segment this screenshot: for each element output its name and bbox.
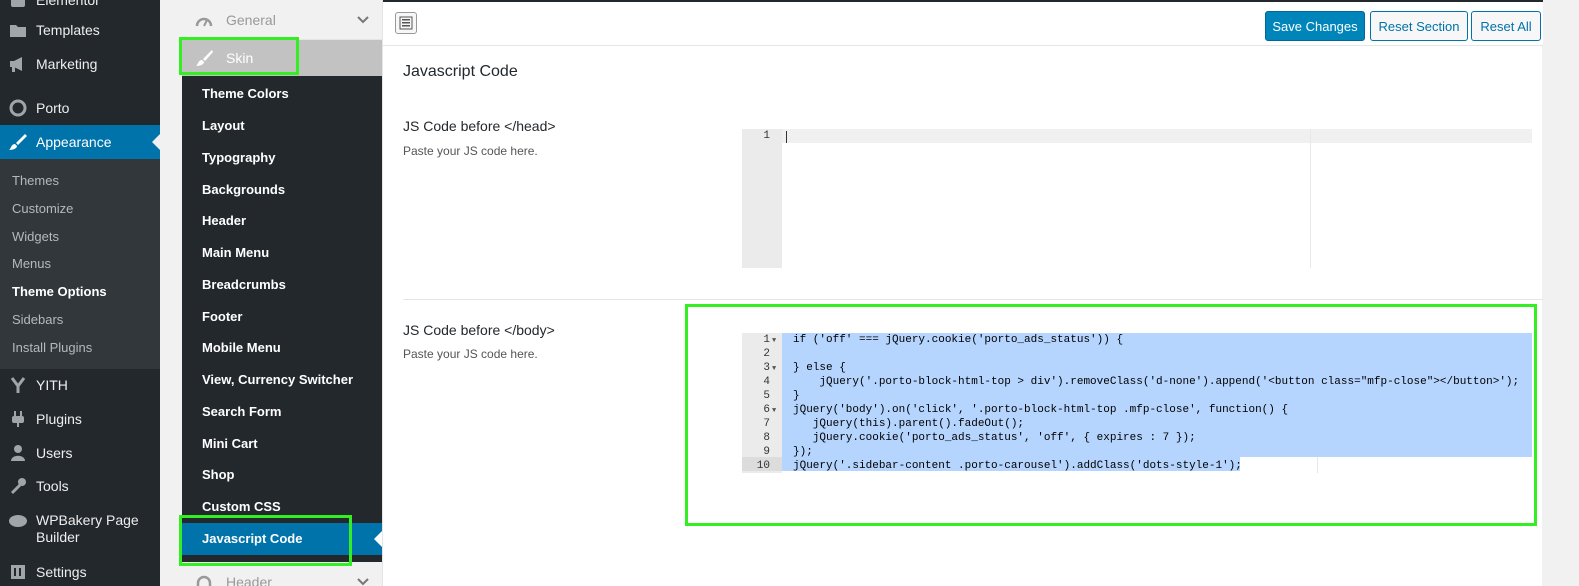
submenu-themes[interactable]: Themes [12,173,59,188]
field-label-head-js: JS Code before </head> [403,118,556,134]
nav-item-search-form[interactable]: Search Form [202,404,281,419]
submenu-theme-options[interactable]: Theme Options [12,284,107,299]
nav-item-layout[interactable]: Layout [202,118,245,133]
menu-label: WPBakery Page Builder [36,512,139,545]
reset-section-button[interactable]: Reset Section [1370,11,1468,41]
chevron-down-icon [356,574,370,586]
nav-item-theme-colors[interactable]: Theme Colors [202,86,289,101]
editor-gutter [742,129,782,268]
menu-label: Plugins [36,411,82,427]
menu-label: Elementor [36,0,100,8]
highlight-box-skin [179,37,299,75]
nav-item-breadcrumbs[interactable]: Breadcrumbs [202,277,286,292]
nav-item-typography[interactable]: Typography [202,150,275,165]
menu-marketing[interactable]: Marketing [0,47,160,81]
menu-appearance[interactable]: Appearance [0,125,160,159]
chevron-down-icon [356,12,370,28]
submenu-customize[interactable]: Customize [12,201,73,216]
submenu-sidebars[interactable]: Sidebars [12,312,63,327]
submenu-install-plugins[interactable]: Install Plugins [12,340,92,355]
nav-group-general[interactable]: General [182,0,382,40]
menu-label: Templates [36,22,100,38]
megaphone-icon [0,55,36,73]
nav-item-mobile-menu[interactable]: Mobile Menu [202,340,281,355]
menu-label: Marketing [36,56,98,72]
wrench-icon [0,477,36,495]
nav-item-backgrounds[interactable]: Backgrounds [202,182,285,197]
menu-label: Settings [36,564,87,580]
elementor-icon [0,0,36,9]
field-desc-head-js: Paste your JS code here. [403,144,538,158]
menu-label: Appearance [36,134,112,150]
js-head-code-editor[interactable]: 1 [742,129,1532,268]
expand-options-button[interactable] [395,12,417,34]
nav-group-label: Header [226,573,272,586]
menu-label: Users [36,445,73,461]
menu-templates[interactable]: Templates [0,13,160,47]
nav-item-custom-css[interactable]: Custom CSS [202,499,281,514]
yith-icon [0,376,36,394]
menu-porto[interactable]: Porto [0,91,160,125]
highlight-box-javascript-code [179,515,352,566]
field-desc-body-js: Paste your JS code here. [403,347,538,361]
nav-item-mini-cart[interactable]: Mini Cart [202,436,258,451]
editor-active-line [782,129,1532,143]
wp-admin-sidebar: Elementor Templates Marketing Porto Appe… [0,0,160,586]
nav-item-footer[interactable]: Footer [202,309,242,324]
field-label-body-js: JS Code before </body> [403,322,555,338]
menu-label: Porto [36,100,70,116]
menu-label: Tools [36,478,69,494]
menu-plugins[interactable]: Plugins [0,402,160,436]
highlight-box-body-js [685,304,1537,526]
dashboard-icon [182,13,226,27]
headphones-icon [182,574,226,586]
menu-wpbakery[interactable]: WPBakery Page Builder [0,510,160,550]
line-number: 1 [763,130,770,142]
folder-icon [0,22,36,38]
save-changes-button[interactable]: Save Changes [1265,11,1365,41]
menu-label: YITH [36,377,68,393]
paintbrush-icon [0,133,36,151]
options-toolbar: Save Changes Reset Section Reset All [383,0,1543,46]
nav-item-shop[interactable]: Shop [202,467,235,482]
submenu-menus[interactable]: Menus [12,256,51,271]
nav-item-header[interactable]: Header [202,213,246,228]
settings-icon [0,563,36,581]
text-cursor [786,131,787,143]
appearance-submenu: Themes Customize Widgets Menus Theme Opt… [0,159,160,369]
users-icon [0,444,36,462]
theme-options-nav: General Skin Theme Colors Layout Typogra… [182,0,382,586]
section-title: Javascript Code [403,63,518,80]
menu-settings[interactable]: Settings [0,555,160,586]
plugin-icon [0,410,36,428]
wpbakery-icon [0,512,36,528]
nav-item-view-currency-switcher[interactable]: View, Currency Switcher [202,372,353,387]
porto-icon [0,99,36,117]
print-margin [1310,129,1311,268]
menu-users[interactable]: Users [0,436,160,470]
submenu-widgets[interactable]: Widgets [12,229,59,244]
reset-all-button[interactable]: Reset All [1471,11,1541,41]
field-divider [403,299,1543,300]
nav-group-label: General [226,11,276,28]
nav-item-main-menu[interactable]: Main Menu [202,245,269,260]
menu-yith[interactable]: YITH [0,368,160,402]
menu-tools[interactable]: Tools [0,469,160,503]
list-icon [399,16,413,30]
